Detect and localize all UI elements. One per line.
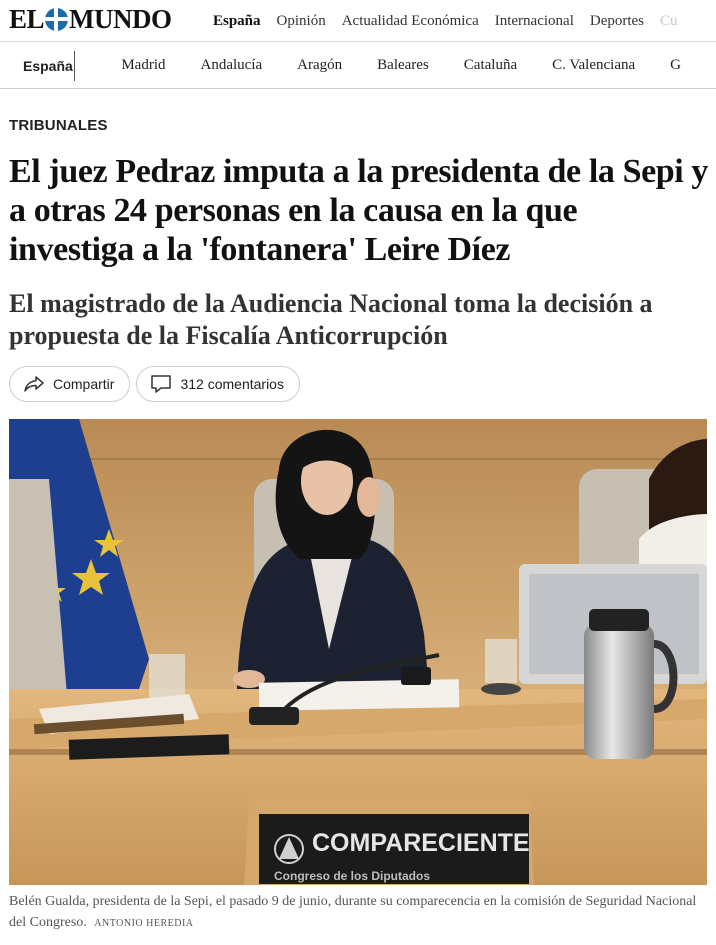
comment-icon: [151, 375, 172, 393]
comments-button[interactable]: 312 comentarios: [136, 366, 300, 402]
main-nav: España Opinión Actualidad Económica Inte…: [213, 0, 694, 42]
nav-item-cultura[interactable]: Cu: [660, 13, 678, 30]
article-photo[interactable]: COMPARECIENTE Congreso de los Diputados: [9, 419, 707, 885]
section-subnav: España Madrid Andalucía Aragón Baleares …: [0, 43, 716, 89]
nav-item-internacional[interactable]: Internacional: [495, 13, 574, 30]
share-icon: [24, 376, 44, 392]
water-glass: [149, 654, 185, 700]
subnav-section-title[interactable]: España: [0, 50, 76, 81]
article-actions: Compartir 312 comentarios: [9, 366, 306, 402]
region-link-galicia[interactable]: G: [670, 57, 681, 74]
nav-item-actualidad-economica[interactable]: Actualidad Económica: [342, 13, 479, 30]
nav-item-opinion[interactable]: Opinión: [277, 13, 326, 30]
region-link-madrid[interactable]: Madrid: [121, 57, 165, 74]
region-link-c-valenciana[interactable]: C. Valenciana: [552, 57, 635, 74]
photo-caption: Belén Gualda, presidenta de la Sepi, el …: [9, 891, 709, 934]
nav-item-espana[interactable]: España: [213, 13, 261, 30]
nameplate-text: COMPARECIENTE: [312, 829, 530, 857]
region-link-andalucia[interactable]: Andalucía: [201, 57, 263, 74]
region-link-cataluna[interactable]: Cataluña: [464, 57, 517, 74]
logo-text-right: MUNDO: [69, 3, 172, 34]
region-link-aragon[interactable]: Aragón: [297, 57, 342, 74]
globe-icon: [45, 7, 69, 31]
person-hand: [357, 477, 381, 517]
region-links: Madrid Andalucía Aragón Baleares Cataluñ…: [121, 57, 716, 74]
comments-count: 312 comentarios: [180, 376, 284, 392]
article-kicker[interactable]: TRIBUNALES: [9, 117, 108, 134]
share-label: Compartir: [53, 376, 115, 392]
photo-credit: Antonio Heredia: [94, 918, 194, 929]
logo-text-left: EL: [9, 3, 45, 34]
photo-illustration: COMPARECIENTE Congreso de los Diputados: [9, 419, 707, 885]
thermos: [584, 624, 654, 759]
nameplate-subtext: Congreso de los Diputados: [274, 869, 430, 883]
article-headline: El juez Pedraz imputa a la presidenta de…: [9, 153, 709, 268]
region-link-baleares[interactable]: Baleares: [377, 57, 429, 74]
site-header: EL MUNDO España Opinión Actualidad Econó…: [0, 0, 716, 42]
nav-fade-overlay: [676, 0, 716, 41]
nav-item-deportes[interactable]: Deportes: [590, 13, 644, 30]
share-button[interactable]: Compartir: [9, 366, 131, 402]
article-subheadline: El magistrado de la Audiencia Nacional t…: [9, 289, 653, 350]
site-logo[interactable]: EL MUNDO: [9, 3, 172, 34]
